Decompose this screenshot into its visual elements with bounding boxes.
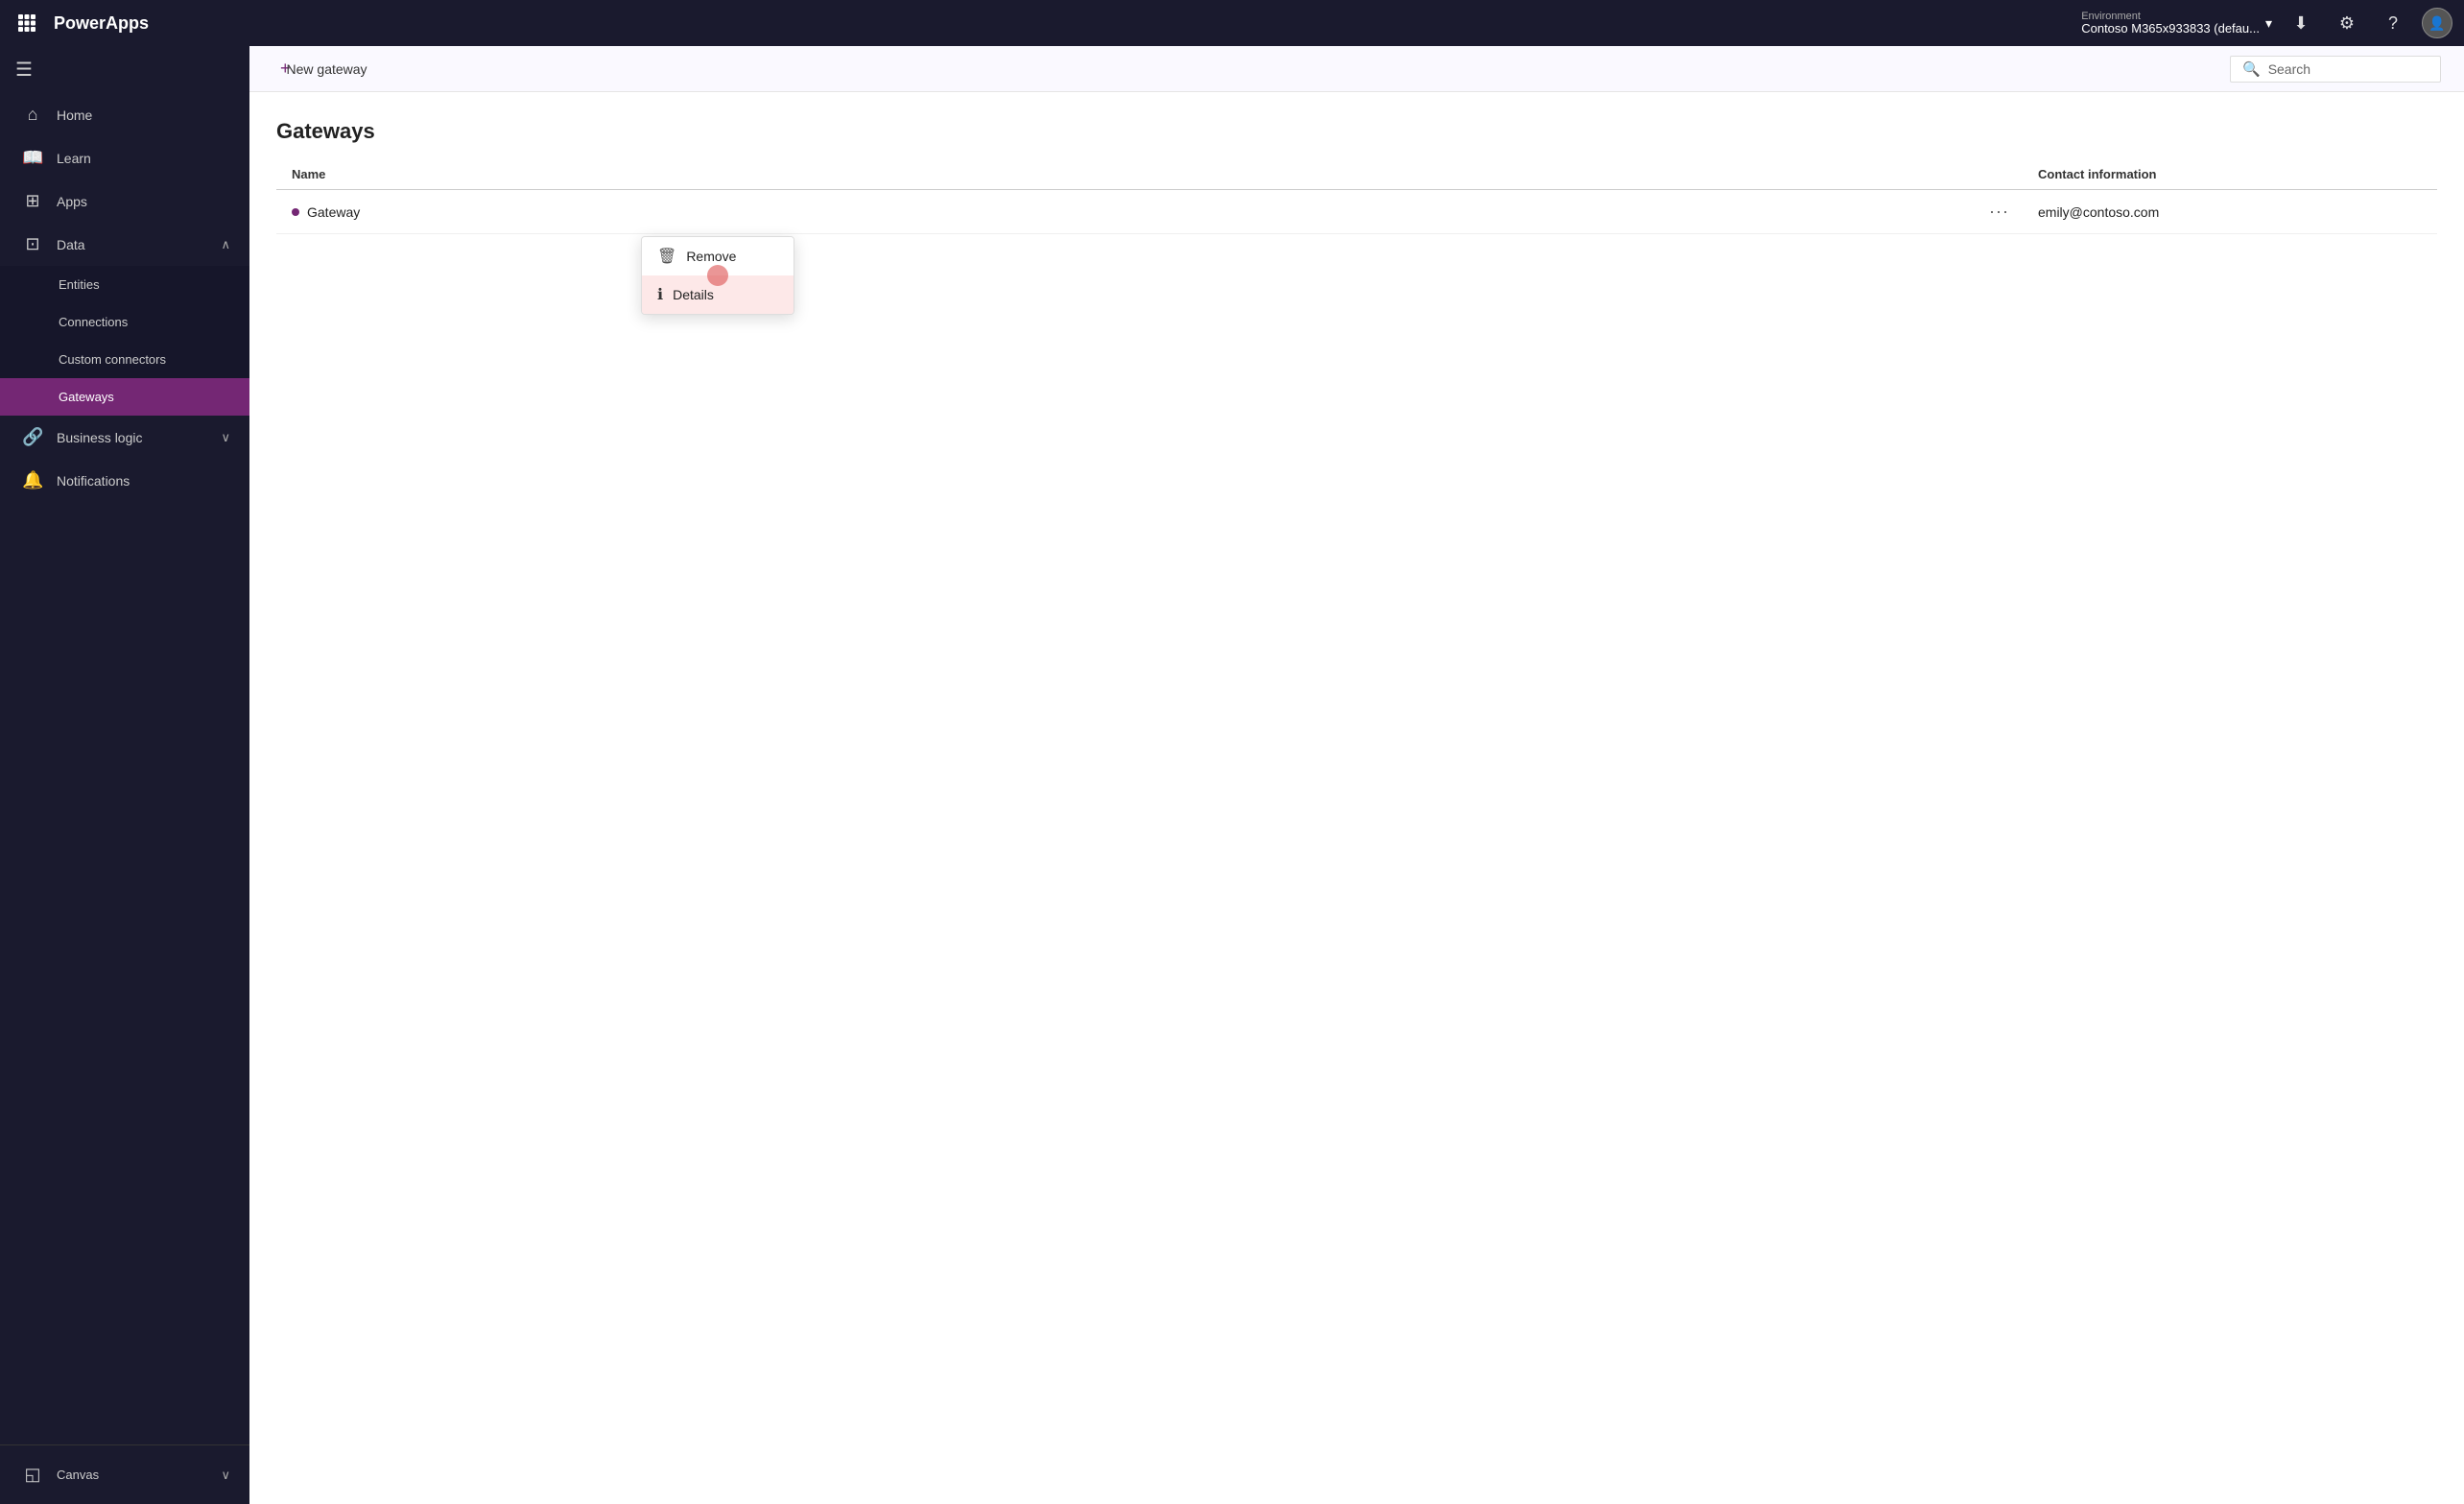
col-contact-header: Contact information xyxy=(2038,167,2422,181)
page-content: Gateways Name Contact information Gatewa… xyxy=(249,92,2464,1504)
download-icon[interactable]: ⬇ xyxy=(2284,6,2318,40)
sidebar-item-learn-label: Learn xyxy=(57,151,91,166)
search-icon: 🔍 xyxy=(2242,60,2261,78)
sidebar-item-entities-label: Entities xyxy=(59,277,100,292)
help-icon[interactable]: ? xyxy=(2376,6,2410,40)
user-avatar[interactable]: 👤 xyxy=(2422,8,2452,38)
canvas-chevron-icon: ∨ xyxy=(221,1468,230,1483)
sidebar-toggle-button[interactable]: ☰ xyxy=(0,46,249,93)
apps-icon: ⊞ xyxy=(22,191,43,211)
gateway-name: Gateway xyxy=(307,204,360,220)
details-menu-item[interactable]: ℹ Details xyxy=(642,275,794,314)
page-title: Gateways xyxy=(276,119,2437,144)
notifications-icon: 🔔 xyxy=(22,470,43,490)
settings-icon[interactable]: ⚙ xyxy=(2330,6,2364,40)
topbar: PowerApps Environment Contoso M365x93383… xyxy=(0,0,2464,46)
app-logo: PowerApps xyxy=(54,13,149,34)
environment-chevron-icon: ▾ xyxy=(2265,15,2272,32)
waffle-menu-icon[interactable] xyxy=(12,8,42,38)
main-panel: + New gateway 🔍 Search Gateways Name Con… xyxy=(249,46,2464,1504)
sidebar-item-notifications[interactable]: 🔔 Notifications xyxy=(0,459,249,502)
environment-name: Contoso M365x933833 (defau... xyxy=(2081,22,2260,35)
sidebar-item-gateways[interactable]: Gateways xyxy=(0,378,249,416)
info-icon: ℹ xyxy=(657,285,663,304)
sidebar-item-apps-label: Apps xyxy=(57,194,87,209)
sidebar-item-canvas[interactable]: ◱ Canvas ∨ xyxy=(0,1453,249,1496)
gateway-contact-cell: emily@contoso.com xyxy=(2038,204,2422,220)
table-header: Name Contact information xyxy=(276,167,2437,190)
page-toolbar: + New gateway 🔍 Search xyxy=(249,46,2464,92)
sidebar-item-data-label: Data xyxy=(57,237,85,252)
col-name-header: Name xyxy=(292,167,2038,181)
new-gateway-label: New gateway xyxy=(287,61,367,77)
sidebar-item-gateways-label: Gateways xyxy=(59,390,114,404)
sidebar-item-connections[interactable]: Connections xyxy=(0,303,249,341)
gateway-name-cell: Gateway xyxy=(292,204,1983,220)
remove-menu-item[interactable]: 🗑 Remove xyxy=(642,237,794,275)
search-label: Search xyxy=(2268,61,2310,77)
search-bar[interactable]: 🔍 Search xyxy=(2230,56,2441,83)
home-icon: ⌂ xyxy=(22,105,43,125)
business-logic-chevron-icon: ∨ xyxy=(221,430,230,445)
gateway-contact: emily@contoso.com xyxy=(2038,204,2159,220)
sidebar-item-home-label: Home xyxy=(57,107,92,123)
table-row: Gateway ··· emily@contoso.com 🗑 Remove ℹ… xyxy=(276,190,2437,234)
learn-icon: 📖 xyxy=(22,148,43,168)
sidebar-item-home[interactable]: ⌂ Home xyxy=(0,93,249,136)
new-gateway-button[interactable]: + New gateway xyxy=(272,55,375,83)
sidebar-item-business-logic-label: Business logic xyxy=(57,430,143,445)
sidebar-item-notifications-label: Notifications xyxy=(57,473,130,489)
canvas-icon: ◱ xyxy=(22,1465,43,1485)
sidebar-item-apps[interactable]: ⊞ Apps xyxy=(0,179,249,223)
business-logic-icon: 🔗 xyxy=(22,427,43,447)
details-label: Details xyxy=(673,287,714,302)
sidebar-item-custom-connectors-label: Custom connectors xyxy=(59,352,166,367)
sidebar-item-canvas-label: Canvas xyxy=(57,1468,99,1482)
sidebar-item-connections-label: Connections xyxy=(59,315,128,329)
sidebar-item-data[interactable]: ⊡ Data ∧ xyxy=(0,223,249,266)
remove-label: Remove xyxy=(686,249,736,264)
main-layout: ☰ ⌂ Home 📖 Learn ⊞ Apps ⊡ Data ∧ Entitie… xyxy=(0,46,2464,1504)
sidebar-item-learn[interactable]: 📖 Learn xyxy=(0,136,249,179)
data-submenu: Entities Connections Custom connectors G… xyxy=(0,266,249,416)
context-menu: 🗑 Remove ℹ Details xyxy=(641,236,794,315)
sidebar-item-business-logic[interactable]: 🔗 Business logic ∨ xyxy=(0,416,249,459)
sidebar-item-custom-connectors[interactable]: Custom connectors xyxy=(0,341,249,378)
sidebar-item-entities[interactable]: Entities xyxy=(0,266,249,303)
data-chevron-icon: ∧ xyxy=(221,237,230,252)
sidebar-footer: ◱ Canvas ∨ xyxy=(0,1444,249,1504)
remove-icon: 🗑 xyxy=(657,247,676,266)
more-options-button[interactable]: ··· xyxy=(1983,200,2015,224)
data-icon: ⊡ xyxy=(22,234,43,254)
environment-selector[interactable]: Environment Contoso M365x933833 (defau..… xyxy=(2081,12,2272,35)
row-indicator-icon xyxy=(292,208,299,216)
sidebar: ☰ ⌂ Home 📖 Learn ⊞ Apps ⊡ Data ∧ Entitie… xyxy=(0,46,249,1504)
